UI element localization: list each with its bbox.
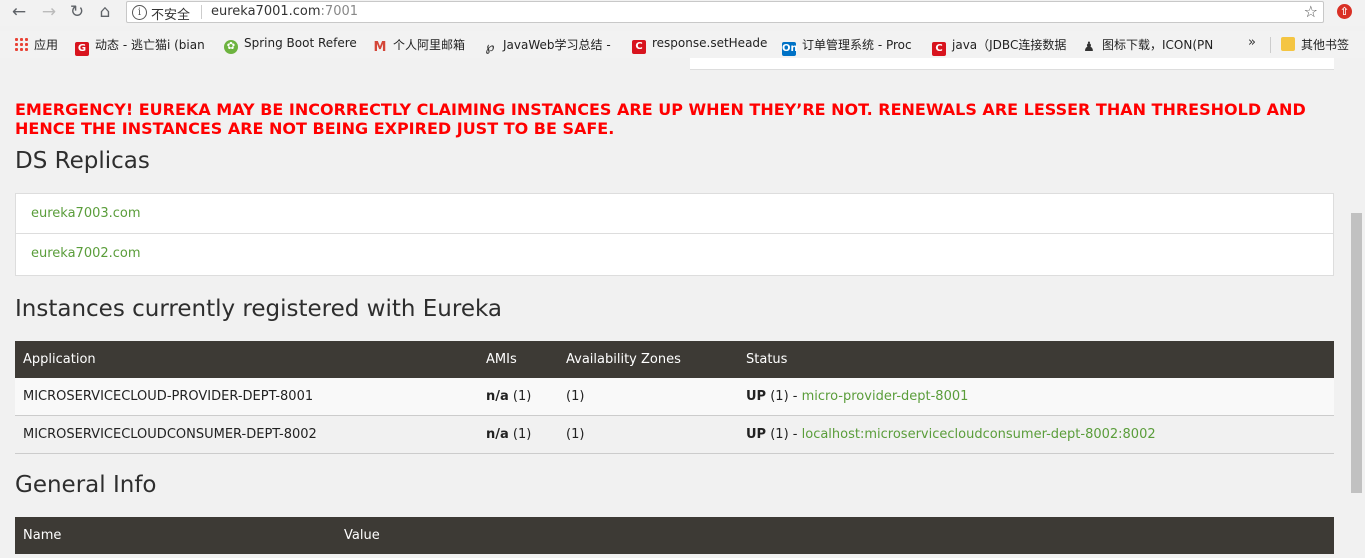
table-row: MICROSERVICECLOUD-PROVIDER-DEPT-8001 n/a… [15,378,1334,416]
column-header: Value [336,517,1334,554]
status-cell: UP (1) - localhost:microservicecloudcons… [738,415,1334,454]
url-text[interactable]: eureka7001.com:7001 [211,4,358,19]
instances-table: Application AMIs Availability Zones Stat… [15,341,1334,454]
instance-link[interactable]: micro-provider-dept-8001 [802,389,969,404]
column-header: Application [15,341,478,378]
url-host: eureka7001.com [211,4,321,19]
home-icon[interactable]: ⌂ [95,2,115,22]
easyicon-icon: ♟ [1083,40,1095,55]
table-header: Application AMIs Availability Zones Stat… [15,341,1334,378]
bookmark-item[interactable]: M 个人阿里邮箱 [373,36,473,55]
javaweb-icon: ℘ [485,40,495,55]
ami-count: (1) [512,427,532,442]
browser-toolbar: ← → ↻ ⌂ i 不安全 eureka7001.com:7001 ☆ ⇧ [0,0,1365,26]
spring-icon: ✿ [224,40,238,54]
mail-icon: M [373,40,387,55]
reload-icon[interactable]: ↻ [67,2,87,22]
zones-cell: (1) [558,415,738,454]
status-cell: UP (1) - micro-provider-dept-8001 [738,378,1334,416]
csdn-icon: C [632,40,646,54]
bookmark-item[interactable]: ✿ Spring Boot Refere [224,36,358,54]
star-icon[interactable]: ☆ [1304,2,1318,21]
column-header: Name [15,517,336,554]
divider [1270,37,1271,53]
zones-cell: (1) [558,378,738,416]
column-header: Availability Zones [558,341,738,378]
status-value: UP [746,389,767,404]
ami-count: (1) [512,389,532,404]
csdn-icon: G [75,42,89,56]
emergency-message: EMERGENCY! EUREKA MAY BE INCORRECTLY CLA… [15,100,1306,138]
info-icon[interactable]: i [132,5,147,20]
url-port: :7001 [320,4,359,19]
ami-cell: n/a (1) [478,415,558,454]
scrollbar-thumb[interactable] [1351,213,1362,493]
ds-replicas-list: eureka7003.com eureka7002.com [15,193,1334,276]
page-content: EMERGENCY! EUREKA MAY BE INCORRECTLY CLA… [0,58,1365,558]
table-header: Name Value [15,517,1334,554]
security-label: 不安全 [151,8,191,23]
bookmark-item[interactable]: On 订单管理系统 - Proc [782,36,918,56]
divider [201,5,202,19]
table-row: MICROSERVICECLOUDCONSUMER-DEPT-8002 n/a … [15,415,1334,454]
status-count: (1) - [770,427,798,442]
ds-replicas-title: DS Replicas [15,148,150,174]
list-item: eureka7002.com [16,234,1333,275]
status-value: UP [746,427,767,442]
bookmark-item[interactable]: ♟ 图标下载，ICON(PN [1082,36,1220,55]
column-header: AMIs [478,341,558,378]
more-bookmarks-icon[interactable]: » [1248,35,1256,50]
instance-link[interactable]: localhost:microservicecloudconsumer-dept… [802,427,1156,442]
instances-title: Instances currently registered with Eure… [15,296,502,322]
replica-link[interactable]: eureka7003.com [31,206,141,221]
general-info-title: General Info [15,472,157,498]
bookmark-apps[interactable]: 应用 [14,36,58,53]
extension-icon[interactable]: ⇧ [1337,4,1352,19]
bookmark-item[interactable]: G 动态 - 逃亡猫i (bian [75,36,210,56]
back-arrow-icon[interactable]: ← [9,2,29,22]
bookmarks-bar: 应用 G 动态 - 逃亡猫i (bian ✿ Spring Boot Refere … [0,31,1365,58]
bookmark-item[interactable]: Cresponse.setHeade [632,36,768,54]
column-header: Status [738,341,1334,378]
app-name: MICROSERVICECLOUDCONSUMER-DEPT-8002 [15,415,478,454]
replica-link[interactable]: eureka7002.com [31,246,141,261]
general-info-table: Name Value [15,517,1334,554]
forward-arrow-icon[interactable]: → [39,2,59,22]
csdn-icon: C [932,42,946,56]
app-name: MICROSERVICECLOUD-PROVIDER-DEPT-8001 [15,378,478,416]
processon-icon: On [782,42,798,56]
panel-edge [690,58,1334,70]
bookmark-other[interactable]: 其他书签 [1281,36,1349,53]
bookmark-item[interactable]: Cjava（JDBC连接数据 [932,36,1070,56]
ami-value: n/a [486,389,509,404]
folder-icon [1281,37,1295,51]
status-count: (1) - [770,389,798,404]
apps-icon [14,37,28,51]
bookmark-item[interactable]: ℘ JavaWeb学习总结 - [483,36,616,55]
list-item: eureka7003.com [16,194,1333,234]
ami-cell: n/a (1) [478,378,558,416]
address-bar[interactable]: i 不安全 eureka7001.com:7001 ☆ [126,1,1324,23]
ami-value: n/a [486,427,509,442]
